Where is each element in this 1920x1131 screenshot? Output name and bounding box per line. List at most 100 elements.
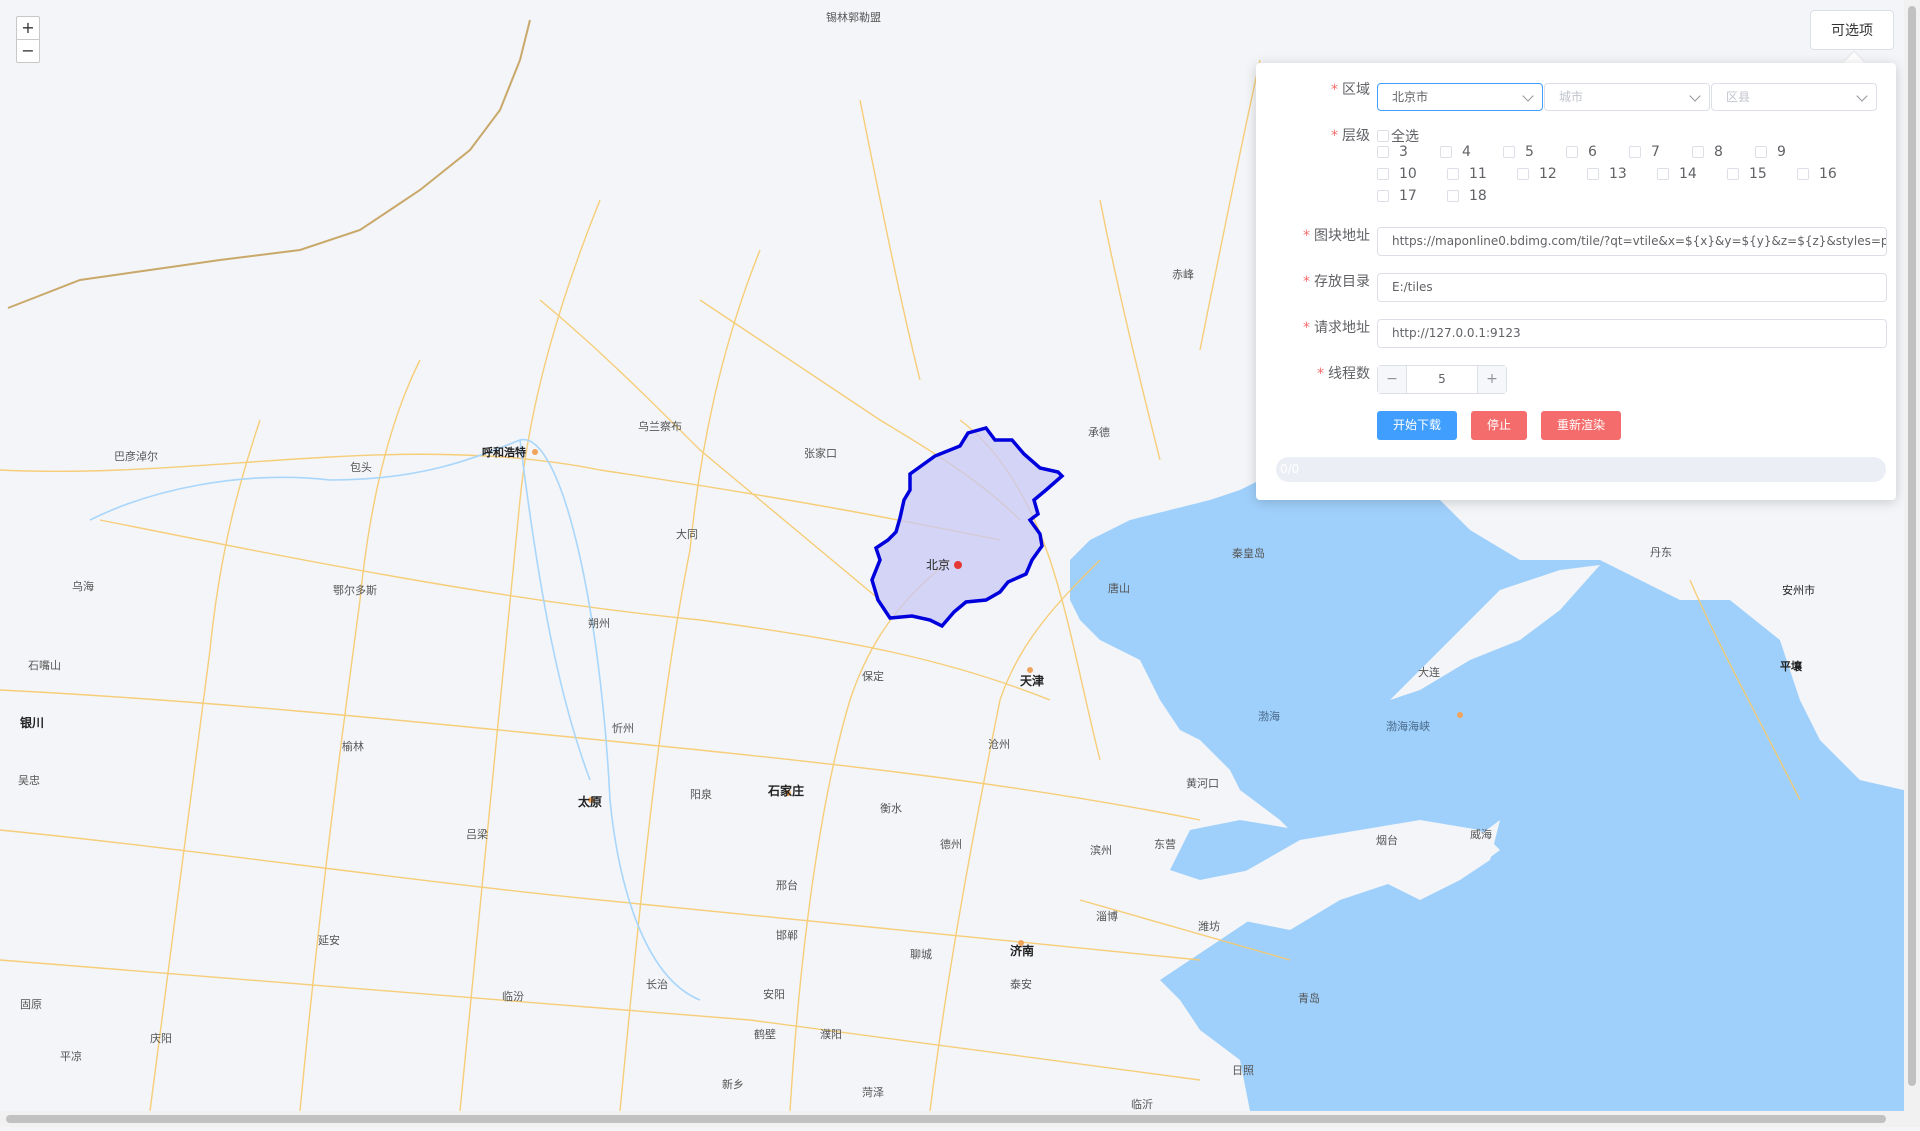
level-checkbox-11[interactable]: 11 [1447, 166, 1487, 182]
level-checkbox-label: 13 [1609, 166, 1627, 182]
scrollbar-thumb[interactable] [1908, 6, 1916, 1086]
level-checkbox-9[interactable]: 9 [1755, 144, 1786, 160]
map-label: 日照 [1232, 1064, 1254, 1077]
zoom-in-button[interactable]: + [17, 17, 39, 39]
level-checkbox-label: 3 [1399, 144, 1408, 160]
checkbox-box [1503, 146, 1515, 158]
map-label: 榆林 [342, 740, 364, 753]
level-checkbox-label: 8 [1714, 144, 1723, 160]
map-label: 保定 [862, 670, 884, 683]
map-label: 巴彦淖尔 [114, 450, 158, 463]
level-checkbox-14[interactable]: 14 [1657, 166, 1697, 182]
map-label: 长治 [646, 978, 668, 991]
checkbox-box [1755, 146, 1767, 158]
threads-value[interactable]: 5 [1406, 366, 1478, 393]
map-label: 青岛 [1298, 992, 1320, 1005]
map-label: 烟台 [1376, 834, 1398, 847]
checkbox-box [1797, 168, 1809, 180]
map-label: 渤海海峡 [1386, 720, 1430, 733]
map-label: 临汾 [502, 990, 524, 1003]
scrollbar-thumb[interactable] [6, 1115, 1886, 1123]
level-checkbox-16[interactable]: 16 [1797, 166, 1837, 182]
checkbox-box [1377, 190, 1389, 202]
horizontal-scrollbar[interactable] [0, 1111, 1904, 1127]
save-dir-input[interactable]: E:/tiles [1377, 273, 1887, 302]
map-label: 张家口 [804, 447, 837, 460]
checkbox-box [1587, 168, 1599, 180]
checkbox-box [1377, 146, 1389, 158]
tile-url-label: * 图块地址 [1303, 228, 1370, 244]
map-label: 安阳 [763, 988, 785, 1001]
checkbox-box [1657, 168, 1669, 180]
rerender-button[interactable]: 重新渲染 [1541, 411, 1621, 440]
map-label: 鄂尔多斯 [333, 584, 377, 597]
map-label: 渤海 [1258, 710, 1280, 723]
map-label: 延安 [318, 934, 340, 947]
level-checkbox-label: 17 [1399, 188, 1417, 204]
map-label: 忻州 [612, 722, 634, 735]
district-select[interactable]: 区县 [1711, 83, 1877, 111]
decrease-button[interactable]: − [1378, 366, 1406, 393]
map-label: 安州市 [1782, 584, 1815, 597]
vertical-scrollbar[interactable] [1904, 0, 1920, 1127]
level-checkbox-5[interactable]: 5 [1503, 144, 1534, 160]
level-checkbox-15[interactable]: 15 [1727, 166, 1767, 182]
level-checkbox-label: 15 [1749, 166, 1767, 182]
map-label: 庆阳 [150, 1032, 172, 1045]
map-label: 锡林郭勒盟 [826, 11, 881, 24]
level-checkbox-6[interactable]: 6 [1566, 144, 1597, 160]
map-label: 泰安 [1010, 978, 1032, 991]
level-checkbox-18[interactable]: 18 [1447, 188, 1487, 204]
level-checkbox-7[interactable]: 7 [1629, 144, 1660, 160]
map-label: 唐山 [1108, 582, 1130, 595]
level-checkbox-17[interactable]: 17 [1377, 188, 1417, 204]
checkbox-box [1517, 168, 1529, 180]
map-label: 固原 [20, 998, 42, 1011]
map-label: 德州 [940, 838, 962, 851]
map-label: 朔州 [588, 617, 610, 630]
increase-button[interactable]: + [1478, 366, 1506, 393]
request-url-label: * 请求地址 [1303, 320, 1370, 336]
map-label: 潍坊 [1198, 920, 1220, 933]
chevron-down-icon [1522, 90, 1534, 102]
checkbox-box [1727, 168, 1739, 180]
stop-button[interactable]: 停止 [1471, 411, 1527, 440]
level-checkbox-13[interactable]: 13 [1587, 166, 1627, 182]
level-checkbox-label: 10 [1399, 166, 1417, 182]
map-label: 东营 [1154, 838, 1176, 851]
map-label: 包头 [350, 461, 372, 474]
region-label: * 区域 [1331, 82, 1370, 98]
map-label: 大同 [676, 528, 698, 541]
level-label: * 层级 [1331, 128, 1370, 144]
level-checkbox-label: 18 [1469, 188, 1487, 204]
map-label: 乌兰察布 [638, 420, 682, 433]
chevron-down-icon [1689, 90, 1701, 102]
map-label: 鹤壁 [754, 1028, 776, 1041]
map-label: 濮阳 [820, 1028, 842, 1041]
zoom-out-button[interactable]: − [17, 39, 39, 62]
map-label: 济南 [1010, 944, 1035, 958]
map-label: 菏泽 [862, 1086, 884, 1099]
city-select[interactable]: 城市 [1544, 83, 1710, 111]
level-checkbox-4[interactable]: 4 [1440, 144, 1471, 160]
map-label: 秦皇岛 [1232, 547, 1265, 560]
province-select[interactable]: 北京市 [1377, 83, 1543, 111]
map-label: 衡水 [880, 802, 902, 815]
map-label: 淄博 [1096, 910, 1118, 923]
request-url-input[interactable]: http://127.0.0.1:9123 [1377, 319, 1887, 348]
select-all-checkbox[interactable]: 全选 [1377, 126, 1419, 146]
level-checkbox-8[interactable]: 8 [1692, 144, 1723, 160]
level-checkbox-10[interactable]: 10 [1377, 166, 1417, 182]
tile-url-input[interactable]: https://maponline0.bdimg.com/tile/?qt=vt… [1377, 227, 1887, 256]
start-download-button[interactable]: 开始下载 [1377, 411, 1457, 440]
checkbox-box [1447, 190, 1459, 202]
map-label: 邢台 [776, 879, 798, 892]
level-checkbox-12[interactable]: 12 [1517, 166, 1557, 182]
options-button[interactable]: 可选项 [1810, 10, 1894, 50]
level-checkbox-label: 12 [1539, 166, 1557, 182]
map-label: 沧州 [988, 738, 1010, 751]
map-label: 银川 [20, 716, 45, 730]
level-checkbox-3[interactable]: 3 [1377, 144, 1408, 160]
map-label: 吕梁 [466, 828, 488, 841]
checkbox-box [1629, 146, 1641, 158]
